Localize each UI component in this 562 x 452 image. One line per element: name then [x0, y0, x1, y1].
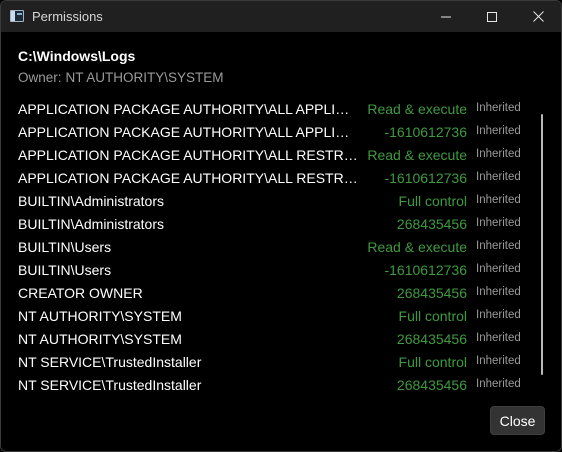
permission-row[interactable]: APPLICATION PACKAGE AUTHORITY\ALL APPLIC… [1, 98, 541, 121]
permission-row[interactable]: BUILTIN\Administrators Full control Inheri… [1, 190, 541, 213]
maximize-button[interactable] [469, 1, 515, 32]
permission-access: -1610612736 [384, 170, 467, 186]
permission-row[interactable]: APPLICATION PACKAGE AUTHORITY\ALL APPLIC… [1, 121, 541, 144]
permission-access: Read & execute [367, 239, 467, 255]
permissions-list[interactable]: APPLICATION PACKAGE AUTHORITY\ALL APPLIC… [1, 98, 541, 398]
close-button[interactable]: Close [490, 406, 545, 435]
permission-inherited-label: Inherited [476, 332, 521, 344]
permission-principal: NT SERVICE\TrustedInstaller [18, 377, 202, 393]
permission-row[interactable]: CREATOR OWNER 268435456 Inherited [1, 282, 541, 305]
permission-inherited-label: Inherited [476, 102, 521, 114]
permission-row[interactable]: BUILTIN\Users -1610612736 Inherited [1, 259, 541, 282]
permission-principal: APPLICATION PACKAGE AUTHORITY\ALL APPLIC… [18, 101, 358, 117]
window-app-icon [10, 10, 24, 22]
permission-inherited-label: Inherited [476, 355, 521, 367]
permission-access: Read & execute [367, 147, 467, 163]
permission-row[interactable]: BUILTIN\Administrators 268435456 Inherited [1, 213, 541, 236]
permission-principal: BUILTIN\Administrators [18, 193, 164, 209]
permission-row[interactable]: NT SERVICE\TrustedInstaller 268435456 Inhe… [1, 374, 541, 397]
minimize-icon [441, 16, 451, 17]
permission-principal: APPLICATION PACKAGE AUTHORITY\ALL RESTRI… [18, 170, 358, 186]
permission-principal: NT SERVICE\TrustedInstaller [18, 354, 202, 370]
permission-inherited-label: Inherited [476, 148, 521, 160]
permission-inherited-label: Inherited [476, 263, 521, 275]
permission-principal: BUILTIN\Users [18, 239, 112, 255]
permission-inherited-label: Inherited [476, 125, 521, 137]
close-window-button[interactable] [515, 1, 561, 32]
title-bar[interactable]: Permissions [1, 1, 561, 32]
list-scrollbar[interactable] [541, 114, 543, 375]
maximize-icon [487, 11, 497, 22]
owner-label: Owner: [18, 70, 62, 85]
window-title: Permissions [32, 9, 103, 24]
permission-access: -1610612736 [384, 124, 467, 140]
permission-principal: NT AUTHORITY\SYSTEM [18, 308, 182, 324]
permission-principal: CREATOR OWNER [18, 285, 143, 301]
permission-inherited-label: Inherited [476, 378, 521, 390]
permission-access: 268435456 [396, 216, 467, 232]
close-icon [532, 11, 544, 22]
permission-row[interactable]: NT AUTHORITY\SYSTEM Full control Inherited [1, 305, 541, 328]
permission-access: 268435456 [396, 285, 467, 301]
permission-access: 268435456 [396, 377, 467, 393]
owner-line: Owner: NT AUTHORITY\SYSTEM [18, 70, 224, 85]
permission-principal: APPLICATION PACKAGE AUTHORITY\ALL RESTRI… [18, 147, 358, 163]
permission-inherited-label: Inherited [476, 309, 521, 321]
owner-value: NT AUTHORITY\SYSTEM [65, 70, 224, 85]
permission-principal: NT AUTHORITY\SYSTEM [18, 331, 182, 347]
permission-access: Full control [398, 308, 467, 324]
permission-access: Full control [398, 193, 467, 209]
permission-access: 268435456 [396, 331, 467, 347]
permission-inherited-label: Inherited [476, 286, 521, 298]
permission-principal: BUILTIN\Administrators [18, 216, 164, 232]
permission-inherited-label: Inherited [476, 240, 521, 252]
permission-inherited-label: Inherited [476, 194, 521, 206]
permission-row[interactable]: APPLICATION PACKAGE AUTHORITY\ALL RESTRI… [1, 167, 541, 190]
folder-path-title: C:\Windows\Logs [18, 48, 136, 64]
permission-row[interactable]: BUILTIN\Users Read & execute Inherited [1, 236, 541, 259]
permission-row[interactable]: NT SERVICE\TrustedInstaller Full control I… [1, 351, 541, 374]
permission-access: -1610612736 [384, 262, 467, 278]
permission-principal: BUILTIN\Users [18, 262, 112, 278]
permissions-window: Permissions C:\Windows\Logs Owner: NT AUT… [0, 0, 562, 452]
permission-principal: APPLICATION PACKAGE AUTHORITY\ALL APPLIC… [18, 124, 358, 140]
permission-access: Read & execute [367, 101, 467, 117]
minimize-button[interactable] [423, 1, 469, 32]
permission-inherited-label: Inherited [476, 171, 521, 183]
permission-inherited-label: Inherited [476, 217, 521, 229]
permission-row[interactable]: NT AUTHORITY\SYSTEM 268435456 Inherited [1, 328, 541, 351]
permission-access: Full control [398, 354, 467, 370]
permission-row[interactable]: APPLICATION PACKAGE AUTHORITY\ALL RESTRI… [1, 144, 541, 167]
